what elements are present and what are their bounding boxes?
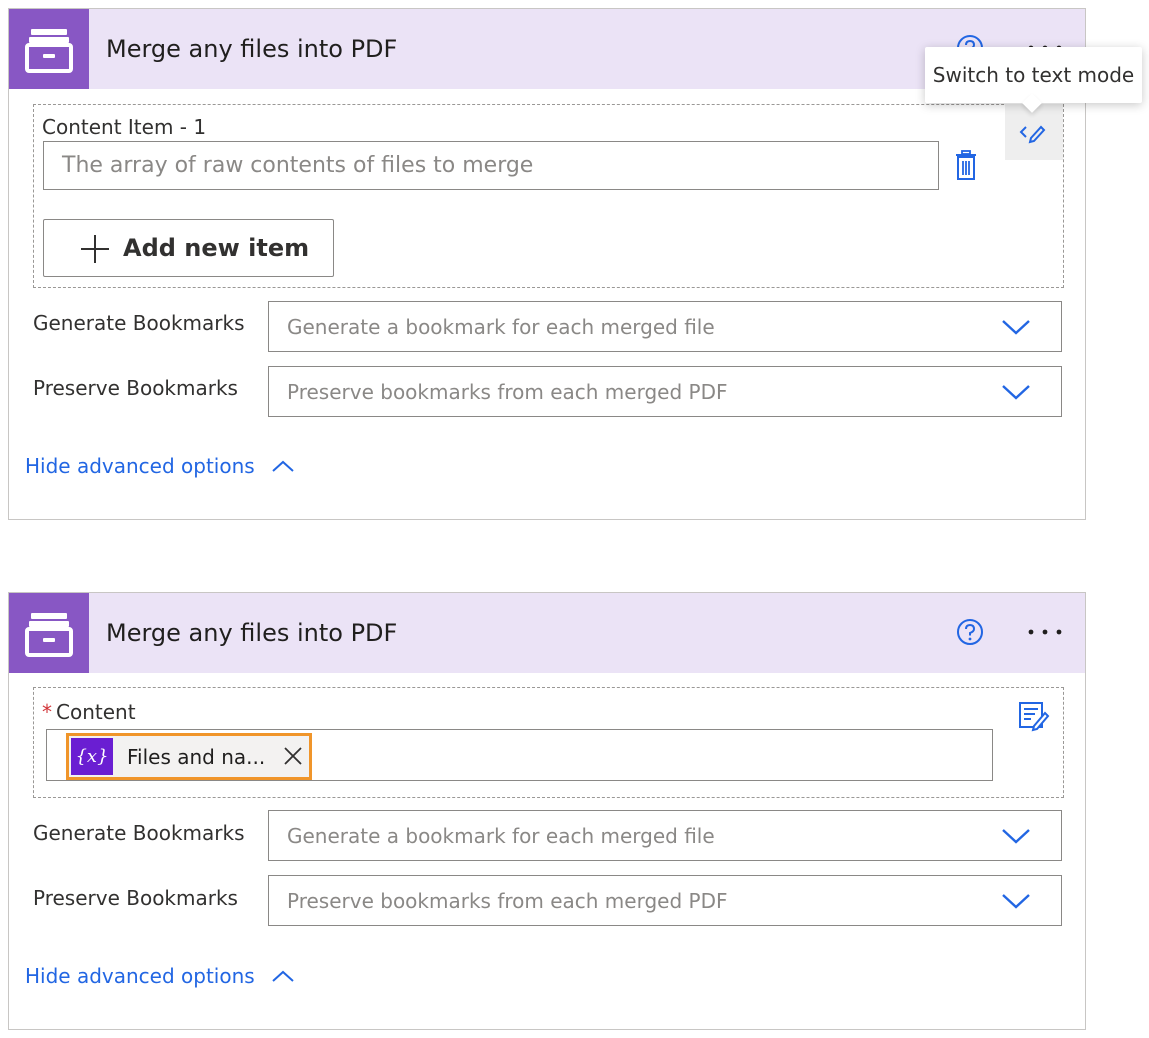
help-icon[interactable] (956, 618, 984, 646)
add-new-item-label: Add new item (123, 234, 310, 262)
chevron-down-icon (1002, 894, 1030, 909)
hide-advanced-options-label: Hide advanced options (25, 454, 255, 478)
card-title: Merge any files into PDF (106, 619, 398, 647)
generate-bookmarks-placeholder: Generate a bookmark for each merged file (287, 823, 715, 848)
preserve-bookmarks-placeholder: Preserve bookmarks from each merged PDF (287, 379, 728, 404)
content-label-text: Content (56, 700, 136, 724)
card-header[interactable]: Merge any files into PDF (9, 593, 1085, 673)
preserve-bookmarks-dropdown[interactable]: Preserve bookmarks from each merged PDF (268, 366, 1062, 417)
chevron-down-icon (1002, 829, 1030, 844)
close-icon[interactable] (283, 746, 303, 766)
add-new-item-button[interactable]: Add new item (43, 219, 334, 277)
generate-bookmarks-label: Generate Bookmarks (33, 311, 245, 335)
dynamic-content-token[interactable]: {x} Files and na... (66, 733, 312, 780)
content-item-placeholder: The array of raw contents of files to me… (62, 153, 534, 178)
plus-icon (81, 235, 109, 263)
token-label: Files and na... (127, 744, 266, 769)
hide-advanced-options-label: Hide advanced options (25, 964, 255, 988)
hide-advanced-options-link[interactable]: Hide advanced options (25, 962, 295, 990)
switch-to-text-mode-button[interactable] (1005, 104, 1063, 160)
generate-bookmarks-dropdown[interactable]: Generate a bookmark for each merged file (268, 301, 1062, 352)
generate-bookmarks-dropdown[interactable]: Generate a bookmark for each merged file (268, 810, 1062, 861)
more-icon[interactable] (1025, 618, 1065, 646)
chevron-up-icon (272, 460, 294, 472)
file-cabinet-icon (9, 9, 89, 89)
file-cabinet-icon (9, 593, 89, 673)
generate-bookmarks-label: Generate Bookmarks (33, 821, 245, 845)
generate-bookmarks-placeholder: Generate a bookmark for each merged file (287, 314, 715, 339)
preserve-bookmarks-dropdown[interactable]: Preserve bookmarks from each merged PDF (268, 875, 1062, 926)
card-title: Merge any files into PDF (106, 35, 398, 63)
chevron-up-icon (272, 970, 294, 982)
edit-form-icon[interactable] (1018, 700, 1050, 736)
content-label: * Content (42, 700, 136, 724)
variable-icon: {x} (71, 738, 113, 775)
card-header[interactable]: Merge any files into PDF (9, 9, 1085, 89)
preserve-bookmarks-placeholder: Preserve bookmarks from each merged PDF (287, 888, 728, 913)
preserve-bookmarks-label: Preserve Bookmarks (33, 376, 238, 400)
content-item-label: Content Item - 1 (42, 115, 207, 139)
hide-advanced-options-link[interactable]: Hide advanced options (25, 452, 295, 480)
chevron-down-icon (1002, 385, 1030, 400)
preserve-bookmarks-label: Preserve Bookmarks (33, 886, 238, 910)
required-marker: * (42, 700, 52, 724)
trash-icon[interactable] (954, 150, 978, 186)
chevron-down-icon (1002, 320, 1030, 335)
content-item-input[interactable]: The array of raw contents of files to me… (43, 141, 939, 190)
